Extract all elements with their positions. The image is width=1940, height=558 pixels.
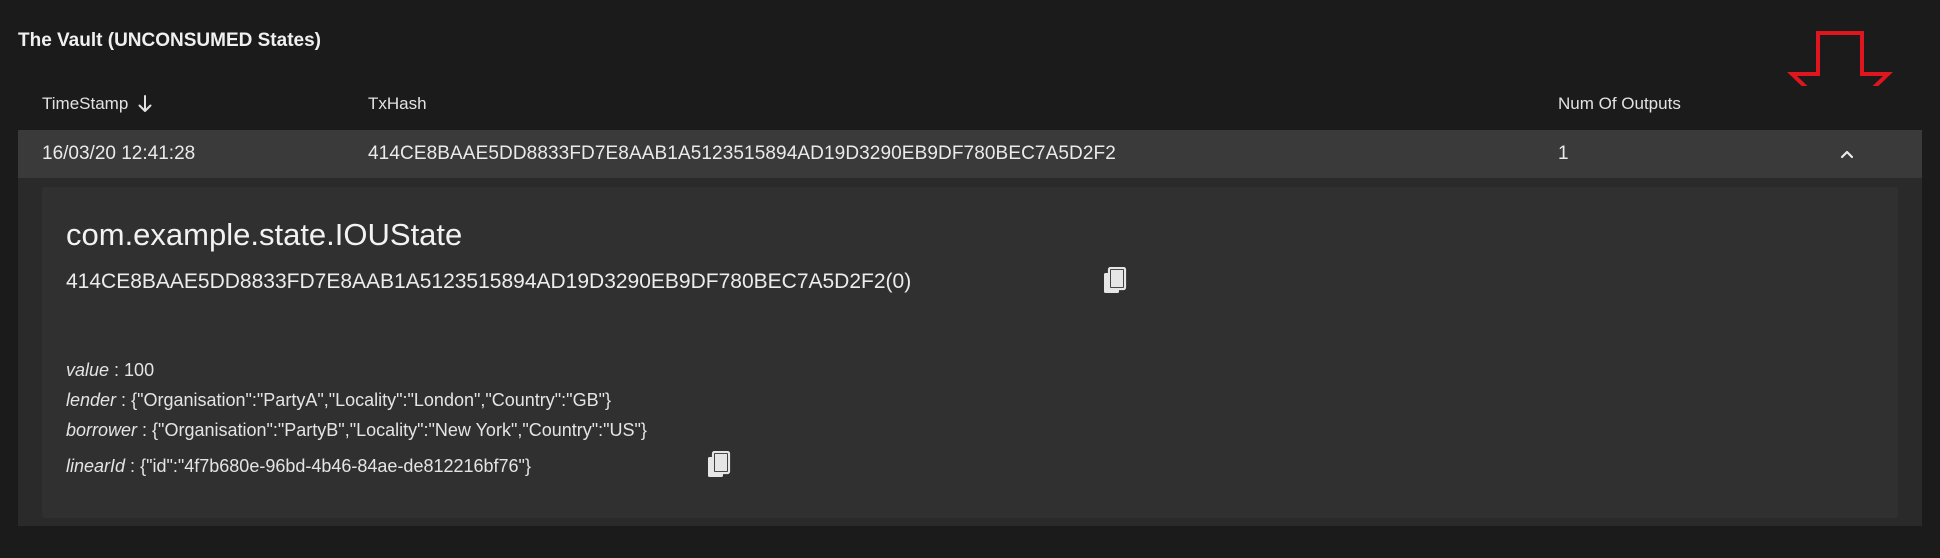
field-val: {"id":"4f7b680e-96bd-4b46-84ae-de812216b… [140,456,531,476]
state-type-title: com.example.state.IOUState [66,217,463,252]
column-label-outputs: Num Of Outputs [1558,94,1681,113]
copy-icon[interactable] [1102,267,1128,297]
arrow-down-icon[interactable] [138,95,152,113]
table-header: TimeStamp TxHash Num Of Outputs [18,86,1922,130]
field-separator: : [109,360,125,380]
state-ref: 414CE8BAAE5DD8833FD7E8AAB1A5123515894AD1… [66,270,912,293]
column-header-txhash[interactable]: TxHash [368,94,427,114]
column-header-outputs[interactable]: Num Of Outputs [1558,94,1681,114]
chevron-up-icon[interactable] [1837,144,1857,164]
vault-title: The Vault (UNCONSUMED States) [18,30,321,51]
copy-icon[interactable] [706,451,732,481]
field-val: {"Organisation":"PartyB","Locality":"New… [152,420,647,440]
state-fields: value : 100 lender : {"Organisation":"Pa… [66,355,647,481]
row-timestamp: 16/03/20 12:41:28 [42,143,196,164]
field-key: lender [66,390,117,410]
field-separator: : [137,420,153,440]
field-val: {"Organisation":"PartyA","Locality":"Lon… [131,390,611,410]
field-separator: : [116,390,132,410]
vault-page: The Vault (UNCONSUMED States) TimeStamp … [0,0,1940,558]
state-detail-card: com.example.state.IOUState 414CE8BAAE5DD… [42,187,1898,518]
field-value: value : 100 [66,355,647,385]
vault-table: TimeStamp TxHash Num Of Outputs 16/03/20… [18,86,1922,526]
field-separator: : [125,456,141,476]
row-num-outputs: 1 [1558,143,1569,164]
field-linear-id: linearId : {"id":"4f7b680e-96bd-4b46-84a… [66,451,647,481]
field-val: 100 [124,360,155,380]
column-label-timestamp: TimeStamp [42,94,129,113]
field-lender: lender : {"Organisation":"PartyA","Local… [66,385,647,415]
field-key: borrower [66,420,138,440]
row-txhash: 414CE8BAAE5DD8833FD7E8AAB1A5123515894AD1… [368,143,1116,164]
column-label-txhash: TxHash [368,94,427,113]
field-key: linearId [66,456,126,476]
column-header-timestamp[interactable]: TimeStamp [42,94,152,114]
table-row[interactable]: 16/03/20 12:41:28 414CE8BAAE5DD8833FD7E8… [18,130,1922,178]
field-borrower: borrower : {"Organisation":"PartyB","Loc… [66,415,647,445]
field-key: value [66,360,110,380]
